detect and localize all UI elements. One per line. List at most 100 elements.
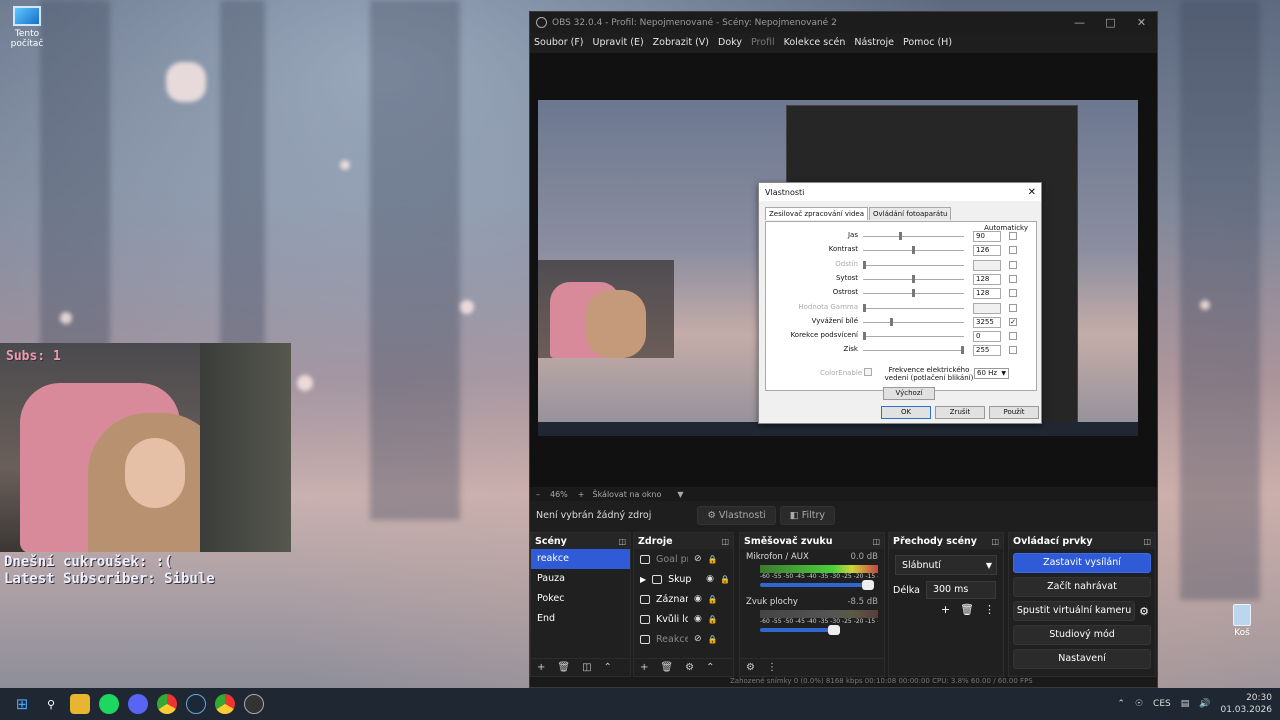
maximize-icon[interactable]: □	[1095, 16, 1126, 29]
auto-checkbox[interactable]	[1009, 232, 1017, 240]
add-icon[interactable]: +	[537, 662, 545, 673]
studio-mode-button[interactable]: Studiový mód	[1013, 625, 1151, 645]
close-icon[interactable]: ✕	[1028, 187, 1036, 198]
mixer-settings-icon[interactable]: ⚙	[746, 662, 755, 673]
hidden-eye-icon[interactable]: ⊘	[694, 634, 702, 644]
menu-view[interactable]: Zobrazit (V)	[653, 37, 709, 48]
windows-icon[interactable]: ⊞	[12, 694, 32, 714]
property-value[interactable]: 126	[973, 245, 1001, 257]
property-value[interactable]: 255	[973, 345, 1001, 357]
menu-tools[interactable]: Nástroje	[854, 37, 894, 48]
menu-scene-collection[interactable]: Kolekce scén	[784, 37, 846, 48]
volume-icon[interactable]: 🔊	[1199, 699, 1210, 709]
scene-item[interactable]: reakce	[531, 549, 630, 569]
default-button[interactable]: Výchozí	[883, 387, 935, 400]
slider-thumb[interactable]	[961, 346, 964, 355]
scene-item[interactable]: End	[531, 609, 630, 629]
transition-select[interactable]: Slábnutí ▼	[895, 555, 997, 575]
gear-icon[interactable]: ⚙	[685, 662, 694, 673]
lock-icon[interactable]: 🔒	[708, 595, 718, 604]
dock-menu-icon[interactable]: ◫	[991, 537, 999, 546]
property-value[interactable]: 3255	[973, 316, 1001, 328]
gear-icon[interactable]: ⚙	[1139, 605, 1149, 618]
steam-icon[interactable]	[186, 694, 206, 714]
source-item[interactable]: Goal prc ⊘ 🔒	[634, 549, 733, 569]
trash-icon[interactable]: 🗑	[960, 603, 974, 616]
desktop-icon-this-pc[interactable]: Tento počítač	[2, 6, 52, 49]
property-slider[interactable]	[863, 264, 964, 266]
move-up-icon[interactable]: ⌃	[604, 662, 612, 673]
auto-checkbox[interactable]	[1009, 274, 1017, 283]
apply-button[interactable]: Použít	[989, 406, 1039, 419]
auto-checkbox[interactable]: ✓	[1009, 317, 1017, 326]
search-icon[interactable]: ⚲	[41, 694, 61, 714]
lock-icon[interactable]: 🔒	[708, 555, 718, 564]
menu-docks[interactable]: Doky	[718, 37, 742, 48]
menu-file[interactable]: Soubor (F)	[534, 37, 584, 48]
expand-icon[interactable]: ▶	[640, 575, 646, 584]
source-item[interactable]: Záznam ◉ 🔒	[634, 589, 733, 609]
property-slider[interactable]	[863, 350, 964, 352]
chevron-up-icon[interactable]: ⌃	[1117, 699, 1125, 709]
slider-thumb[interactable]	[899, 232, 903, 240]
discord-icon[interactable]	[128, 694, 148, 714]
auto-checkbox[interactable]	[1009, 303, 1017, 312]
stop-streaming-button[interactable]: Zastavit vysílání	[1013, 553, 1151, 573]
source-item[interactable]: ▶ Skup ◉ 🔒	[634, 569, 733, 589]
add-icon[interactable]: +	[941, 603, 950, 616]
more-menu-icon[interactable]: ⋮	[767, 662, 777, 673]
property-value[interactable]: 90	[973, 231, 1001, 242]
scene-item[interactable]: Pauza	[531, 569, 630, 589]
close-icon[interactable]: ✕	[1126, 16, 1157, 29]
dock-menu-icon[interactable]: ◫	[872, 537, 880, 546]
auto-checkbox[interactable]	[1009, 332, 1017, 341]
network-icon[interactable]: ▤	[1181, 699, 1190, 709]
source-item[interactable]: Reakce ⊘ 🔒	[634, 629, 733, 649]
auto-checkbox[interactable]	[1009, 260, 1017, 269]
eye-icon[interactable]: ◉	[706, 574, 714, 584]
clock[interactable]: 20:30 01.03.2026	[1220, 692, 1272, 716]
color-enable-checkbox[interactable]	[864, 368, 872, 376]
eye-icon[interactable]: ◉	[694, 594, 702, 604]
trash-icon[interactable]: 🗑	[660, 662, 673, 673]
property-slider[interactable]	[863, 307, 964, 309]
desktop-icon-recycle-bin[interactable]: Koš	[1228, 604, 1256, 638]
duration-input[interactable]: 300 ms	[925, 581, 996, 599]
slider-thumb[interactable]	[912, 289, 915, 298]
auto-checkbox[interactable]	[1009, 289, 1017, 298]
property-slider[interactable]	[863, 336, 964, 338]
minimize-icon[interactable]: —	[1064, 16, 1095, 29]
zoom-in-icon[interactable]: +	[578, 490, 585, 499]
chrome-alt-icon[interactable]	[215, 694, 235, 714]
microphone-icon[interactable]: ☉	[1135, 699, 1143, 709]
slider-thumb[interactable]	[890, 317, 894, 326]
property-value[interactable]	[973, 302, 1001, 314]
slider-thumb[interactable]	[912, 246, 915, 255]
lock-icon[interactable]: 🔒	[708, 615, 718, 624]
volume-slider[interactable]	[760, 580, 874, 590]
property-slider[interactable]	[863, 236, 964, 237]
property-slider[interactable]	[863, 321, 964, 323]
scene-item[interactable]: Pokec	[531, 589, 630, 609]
obs-titlebar[interactable]: OBS 32.0.4 - Profil: Nepojmenované - Scé…	[530, 12, 1157, 33]
trash-icon[interactable]: 🗑	[557, 662, 570, 673]
eye-icon[interactable]: ◉	[694, 614, 702, 624]
lock-icon[interactable]: 🔒	[708, 635, 718, 644]
property-value[interactable]	[973, 259, 1001, 271]
more-menu-icon[interactable]: ⋮	[984, 603, 995, 616]
settings-button[interactable]: Nastavení	[1013, 649, 1151, 669]
menu-profile[interactable]: Profil	[751, 37, 775, 48]
spotify-icon[interactable]	[99, 694, 119, 714]
auto-checkbox[interactable]	[1009, 346, 1017, 355]
chevron-down-icon[interactable]: ▼	[677, 490, 683, 499]
add-icon[interactable]: +	[640, 662, 648, 673]
property-value[interactable]: 128	[973, 288, 1001, 300]
tab-video-proc-amp[interactable]: Zesilovač zpracování videa	[765, 207, 869, 220]
properties-button[interactable]: ⚙ Vlastnosti	[697, 505, 776, 525]
obs-icon[interactable]	[244, 694, 264, 714]
tab-camera-control[interactable]: Ovládání fotoaparátu	[869, 207, 952, 220]
zoom-out-icon[interactable]: –	[536, 490, 540, 499]
lock-icon[interactable]: 🔒	[720, 575, 730, 584]
power-line-frequency-select[interactable]: 60 Hz ▼	[974, 368, 1009, 379]
cancel-button[interactable]: Zrušit	[935, 406, 985, 419]
